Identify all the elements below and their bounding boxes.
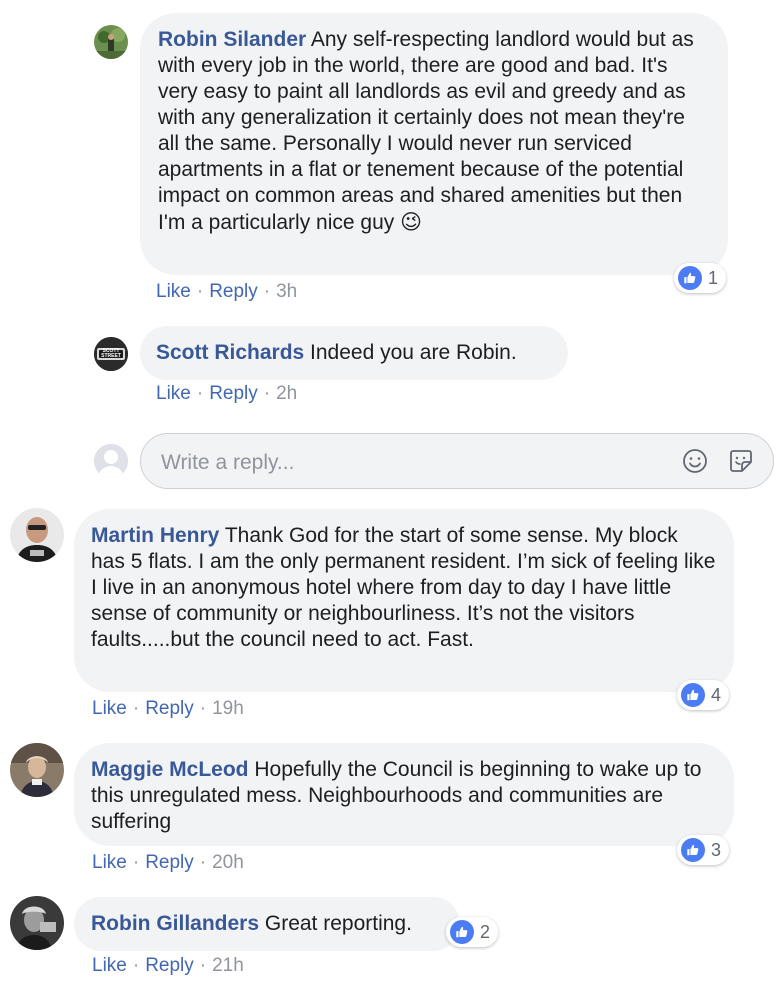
comment-text: Indeed you are Robin. bbox=[310, 341, 517, 364]
reply-link[interactable]: Reply bbox=[145, 698, 194, 719]
avatar[interactable]: SCOTT STREET bbox=[94, 337, 128, 371]
like-reaction-icon bbox=[681, 838, 705, 862]
emoji-picker-icon[interactable] bbox=[681, 447, 709, 475]
separator-dot: · bbox=[199, 955, 207, 976]
separator-dot: · bbox=[132, 955, 140, 976]
reply-composer bbox=[140, 433, 774, 489]
comment-actions: Like · Reply · 20h bbox=[92, 852, 244, 874]
reaction-count-badge[interactable]: 4 bbox=[677, 680, 730, 710]
comment-timestamp[interactable]: 20h bbox=[212, 852, 244, 873]
avatar[interactable] bbox=[10, 508, 64, 562]
separator-dot: · bbox=[199, 698, 207, 719]
like-link[interactable]: Like bbox=[92, 852, 127, 873]
comment-timestamp[interactable]: 21h bbox=[212, 955, 244, 976]
comment-author[interactable]: Robin Silander bbox=[158, 28, 306, 51]
separator-dot: · bbox=[199, 852, 207, 873]
comment-author[interactable]: Robin Gillanders bbox=[91, 912, 259, 935]
comment-author[interactable]: Scott Richards bbox=[156, 341, 304, 364]
wink-emoji-icon: 😉 bbox=[400, 210, 423, 234]
reaction-count-badge[interactable]: 3 bbox=[677, 835, 730, 865]
reply-link[interactable]: Reply bbox=[209, 383, 258, 404]
reaction-count: 4 bbox=[711, 684, 722, 705]
separator-dot: · bbox=[132, 852, 140, 873]
separator-dot: · bbox=[132, 698, 140, 719]
comment-text: Any self-respecting landlord would but a… bbox=[158, 28, 694, 234]
reply-input[interactable] bbox=[159, 448, 643, 478]
comment-bubble: Maggie McLeod Hopefully the Council is b… bbox=[74, 743, 734, 846]
comment-timestamp[interactable]: 3h bbox=[276, 281, 297, 302]
like-link[interactable]: Like bbox=[92, 955, 127, 976]
separator-dot: · bbox=[196, 383, 204, 404]
comment-actions: Like · Reply · 19h bbox=[92, 698, 244, 720]
reaction-count: 2 bbox=[480, 921, 491, 942]
comment-actions: Like · Reply · 21h bbox=[92, 955, 244, 977]
like-reaction-icon bbox=[681, 683, 705, 707]
avatar[interactable] bbox=[10, 743, 64, 797]
reaction-count: 3 bbox=[711, 839, 722, 860]
separator-dot: · bbox=[263, 281, 271, 302]
comment-author[interactable]: Martin Henry bbox=[91, 524, 219, 547]
comment-actions: Like · Reply · 2h bbox=[156, 383, 297, 405]
comment-timestamp[interactable]: 19h bbox=[212, 698, 244, 719]
comment-actions: Like · Reply · 3h bbox=[156, 281, 297, 303]
reply-link[interactable]: Reply bbox=[209, 281, 258, 302]
sticker-icon[interactable] bbox=[727, 447, 755, 475]
reaction-count-badge[interactable]: 2 bbox=[446, 917, 499, 947]
reaction-count: 1 bbox=[708, 267, 719, 288]
separator-dot: · bbox=[196, 281, 204, 302]
comment-bubble: Martin Henry Thank God for the start of … bbox=[74, 509, 734, 692]
current-user-avatar bbox=[94, 444, 128, 478]
comment-author[interactable]: Maggie McLeod bbox=[91, 758, 249, 781]
like-reaction-icon bbox=[678, 266, 702, 290]
avatar-badge-text: SCOTT STREET bbox=[101, 348, 121, 359]
like-link[interactable]: Like bbox=[156, 281, 191, 302]
avatar[interactable] bbox=[10, 896, 64, 950]
comment-bubble: Scott Richards Indeed you are Robin. bbox=[140, 326, 568, 380]
avatar[interactable] bbox=[94, 25, 128, 59]
separator-dot: · bbox=[263, 383, 271, 404]
like-reaction-icon bbox=[450, 920, 474, 944]
comment-bubble: Robin Gillanders Great reporting. bbox=[74, 897, 460, 951]
reaction-count-badge[interactable]: 1 bbox=[674, 263, 727, 293]
comment-text: Great reporting. bbox=[264, 912, 412, 935]
reply-link[interactable]: Reply bbox=[145, 852, 194, 873]
like-link[interactable]: Like bbox=[92, 698, 127, 719]
reply-link[interactable]: Reply bbox=[145, 955, 194, 976]
comment-timestamp[interactable]: 2h bbox=[276, 383, 297, 404]
like-link[interactable]: Like bbox=[156, 383, 191, 404]
comment-bubble: Robin Silander Any self-respecting landl… bbox=[140, 13, 728, 275]
